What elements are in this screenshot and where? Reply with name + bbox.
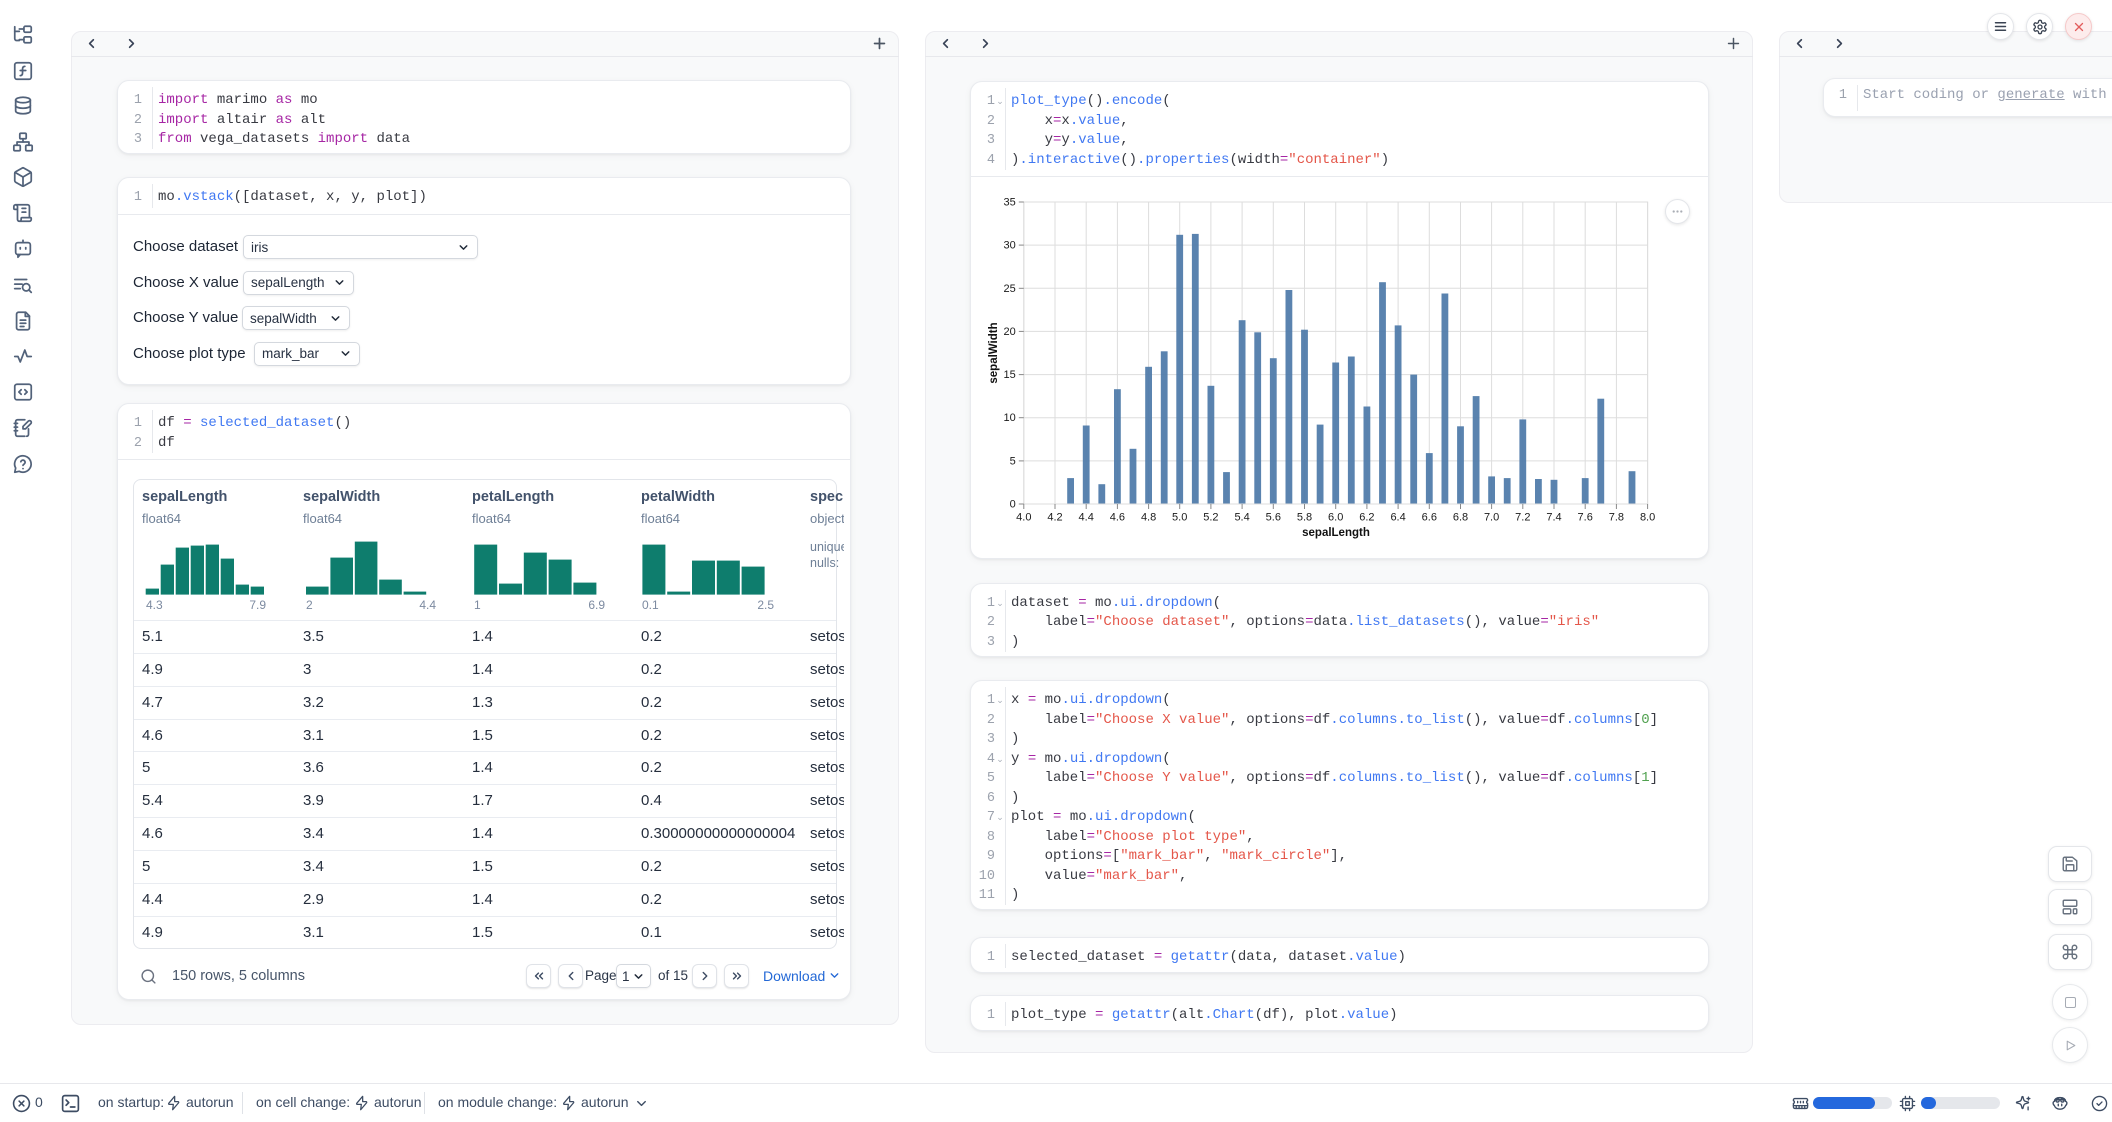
- svg-text:0: 0: [1010, 499, 1016, 511]
- svg-text:6.6: 6.6: [1422, 512, 1437, 524]
- svg-text:sepalWidth: sepalWidth: [988, 322, 1000, 383]
- svg-text:30: 30: [1004, 240, 1016, 252]
- svg-text:4.4: 4.4: [1079, 512, 1094, 524]
- svg-text:5.8: 5.8: [1297, 512, 1312, 524]
- svg-text:35: 35: [1004, 197, 1016, 209]
- svg-text:5.4: 5.4: [1234, 512, 1249, 524]
- svg-text:6.0: 6.0: [1328, 512, 1343, 524]
- svg-text:6.8: 6.8: [1453, 512, 1468, 524]
- svg-text:sepalLength: sepalLength: [1302, 527, 1370, 539]
- svg-text:7.0: 7.0: [1484, 512, 1499, 524]
- svg-text:5.6: 5.6: [1266, 512, 1281, 524]
- svg-text:7.2: 7.2: [1515, 512, 1530, 524]
- svg-text:4.0: 4.0: [1016, 512, 1031, 524]
- svg-text:4.6: 4.6: [1110, 512, 1125, 524]
- svg-text:4.8: 4.8: [1141, 512, 1156, 524]
- svg-text:20: 20: [1004, 326, 1016, 338]
- svg-text:5.0: 5.0: [1172, 512, 1187, 524]
- svg-text:6.2: 6.2: [1359, 512, 1374, 524]
- svg-text:8.0: 8.0: [1640, 512, 1655, 524]
- svg-text:4.2: 4.2: [1047, 512, 1062, 524]
- svg-text:25: 25: [1004, 283, 1016, 295]
- svg-text:7.6: 7.6: [1578, 512, 1593, 524]
- svg-text:5: 5: [1010, 455, 1016, 467]
- svg-text:6.4: 6.4: [1390, 512, 1405, 524]
- svg-text:7.4: 7.4: [1546, 512, 1561, 524]
- svg-text:10: 10: [1004, 412, 1016, 424]
- svg-text:5.2: 5.2: [1203, 512, 1218, 524]
- svg-text:7.8: 7.8: [1609, 512, 1624, 524]
- svg-text:15: 15: [1004, 369, 1016, 381]
